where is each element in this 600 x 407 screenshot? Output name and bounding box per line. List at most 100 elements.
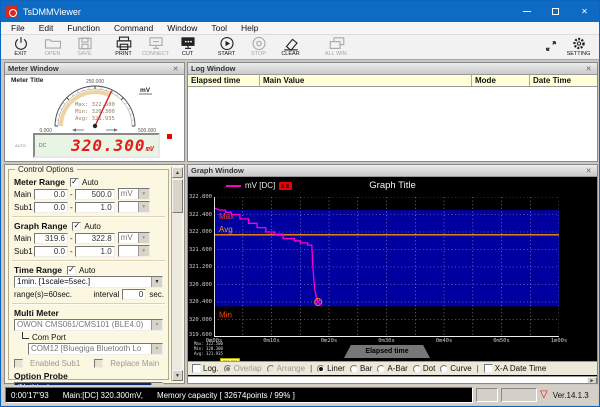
- toolbar-connect-button[interactable]: CONNECT: [140, 36, 171, 57]
- lcd-value: 320.300: [71, 135, 146, 155]
- graph-main-unit-select[interactable]: mV ▼: [117, 232, 150, 244]
- toolbar-setting-button[interactable]: SETTING: [563, 36, 594, 57]
- curve-radio-item[interactable]: Curve: [440, 364, 472, 373]
- liner-radio[interactable]: [317, 364, 326, 373]
- meter-main-unit-select[interactable]: mV ▼: [117, 188, 150, 200]
- chevron-down-icon: ▼: [151, 344, 162, 354]
- elapsed-time-tab: Elapsed time: [344, 345, 430, 358]
- time-range-select[interactable]: 1min. [1scale=5sec.] ▼: [14, 276, 163, 288]
- menu-item-edit[interactable]: Edit: [32, 23, 61, 33]
- dot-radio-item[interactable]: Dot: [412, 364, 435, 373]
- menu-item-file[interactable]: File: [4, 23, 32, 33]
- abar-radio[interactable]: [377, 364, 386, 373]
- log-col-mode[interactable]: Mode: [472, 75, 530, 86]
- dot-radio[interactable]: [412, 364, 421, 373]
- graph-main-from-input[interactable]: 319.6: [34, 232, 68, 244]
- toolbar-start-button[interactable]: START: [211, 36, 242, 57]
- graph-range-auto-checkbox[interactable]: ✓: [72, 221, 82, 231]
- arrange-radio[interactable]: [266, 364, 275, 373]
- log-checkbox-item[interactable]: Log.: [192, 364, 219, 373]
- printer-icon: [114, 36, 134, 51]
- graph-sub-from-input[interactable]: 0.0: [34, 245, 68, 257]
- graph-window-titlebar[interactable]: Graph Window ✕: [188, 165, 597, 177]
- log-window-close-button[interactable]: ✕: [583, 65, 594, 73]
- open-folder-icon: [43, 36, 63, 51]
- arrange-radio-item[interactable]: Arrange: [266, 364, 305, 373]
- graph-window-title: Graph Window: [191, 166, 244, 175]
- toolbar-open-button[interactable]: OPEN: [37, 36, 68, 57]
- menu-item-help[interactable]: Help: [234, 23, 265, 33]
- meter-window: Meter Window ✕ Meter Title 250.000 0.000…: [4, 62, 185, 162]
- overlap-radio[interactable]: [223, 364, 232, 373]
- toolbar-save-button[interactable]: SAVE: [69, 36, 100, 57]
- close-button[interactable]: ✕: [570, 1, 599, 22]
- toolbar-allwin-button[interactable]: ALL WIN.: [321, 36, 352, 57]
- log-window-titlebar[interactable]: Log Window ✕: [188, 63, 597, 75]
- toolbar-exit-button[interactable]: EXIT: [5, 36, 36, 57]
- graph-window-close-button[interactable]: ✕: [583, 167, 594, 175]
- status-box-2: [501, 388, 537, 402]
- toolbar-stop-button[interactable]: STOP: [243, 36, 274, 57]
- liner-radio-item[interactable]: Liner: [317, 364, 345, 373]
- menu-item-tool[interactable]: Tool: [204, 23, 234, 33]
- scroll-up-icon[interactable]: ▲: [172, 167, 183, 178]
- chevron-down-icon: ▼: [137, 202, 149, 212]
- svg-text:Min: Min: [219, 310, 232, 319]
- log-table-body[interactable]: [188, 87, 597, 161]
- graph-sub-to-input[interactable]: 1.0: [74, 245, 115, 257]
- meter-main-from-input[interactable]: 0.0: [34, 188, 68, 200]
- log-col-elapsed[interactable]: Elapsed time: [188, 75, 260, 86]
- control-options-label: Control Options: [15, 165, 77, 174]
- meter-main-to-input[interactable]: 500.0: [74, 188, 115, 200]
- replace-main-checkbox[interactable]: [94, 359, 104, 368]
- graph-options-bar: Log. Overlap Arrange | Liner Bar A-Bar D…: [188, 361, 597, 375]
- xa-datetime-item[interactable]: X-A Date Time: [483, 364, 546, 373]
- y-axis-label: 322.400: [188, 211, 212, 218]
- toolbar: EXIT OPEN SAVE PRINT CONNECT CUT START S…: [1, 35, 599, 60]
- graph-hscrollbar[interactable]: ►: [188, 376, 597, 383]
- meter-sub-to-input[interactable]: 1.0: [74, 201, 115, 213]
- expand-arrows-icon[interactable]: [545, 39, 557, 57]
- graph-main-to-input[interactable]: 322.8: [74, 232, 115, 244]
- minimize-button[interactable]: [512, 1, 541, 22]
- scroll-right-icon[interactable]: ►: [587, 377, 597, 383]
- bar-radio-item[interactable]: Bar: [349, 364, 372, 373]
- menu-item-function[interactable]: Function: [60, 23, 107, 33]
- log-checkbox[interactable]: [192, 364, 201, 373]
- stop-icon: [249, 36, 269, 51]
- toolbar-cut-button[interactable]: CUT: [172, 36, 203, 57]
- log-window-title: Log Window: [191, 64, 236, 73]
- enabled-sub1-checkbox[interactable]: [14, 359, 23, 368]
- menu-item-command[interactable]: Command: [107, 23, 160, 33]
- bar-radio[interactable]: [349, 364, 358, 373]
- interval-input[interactable]: 0: [122, 289, 147, 300]
- scroll-down-icon[interactable]: ▼: [172, 370, 183, 381]
- meter-sub-from-input[interactable]: 0.0: [34, 201, 68, 213]
- log-col-datetime[interactable]: Date Time: [530, 75, 597, 86]
- meter-window-titlebar[interactable]: Meter Window ✕: [5, 63, 184, 75]
- graph-area: mV [DC] Graph Title 322.800 322.400 322.…: [188, 177, 597, 383]
- xa-datetime-checkbox[interactable]: [483, 364, 493, 373]
- com-port-select[interactable]: COM12 [Bluegiga Bluetooth Lo ▼: [28, 343, 163, 355]
- time-range-auto-checkbox[interactable]: ✓: [67, 265, 77, 275]
- abar-radio-item[interactable]: A-Bar: [377, 364, 408, 373]
- meter-sub-unit-select[interactable]: ▼: [117, 201, 150, 213]
- meter-main-label: Main: [14, 189, 32, 199]
- graph-sub-unit-select[interactable]: ▼: [117, 245, 150, 257]
- meter-window-close-button[interactable]: ✕: [170, 65, 181, 73]
- control-scrollbar[interactable]: ▲ ▼: [171, 167, 183, 381]
- meter-range-auto-checkbox[interactable]: ✓: [70, 177, 80, 187]
- titlebar: TsDMMViewer ✕: [1, 1, 599, 22]
- menu-item-window[interactable]: Window: [160, 23, 204, 33]
- maximize-button[interactable]: [541, 1, 570, 22]
- close-icon: ✕: [172, 65, 179, 73]
- curve-radio[interactable]: [440, 364, 449, 373]
- log-col-mainvalue[interactable]: Main Value: [260, 75, 472, 86]
- scroll-thumb[interactable]: [172, 179, 183, 213]
- graph-plot[interactable]: Max Avg Min: [214, 197, 559, 337]
- overlap-radio-item[interactable]: Overlap: [223, 364, 262, 373]
- multi-meter-select[interactable]: OWON CMS061/CMS101 (BLE4.0) ▼: [14, 319, 163, 331]
- toolbar-print-button[interactable]: PRINT: [108, 36, 139, 57]
- x-axis-label: 0m30s: [378, 338, 395, 344]
- toolbar-clear-button[interactable]: CLEAR: [275, 36, 306, 57]
